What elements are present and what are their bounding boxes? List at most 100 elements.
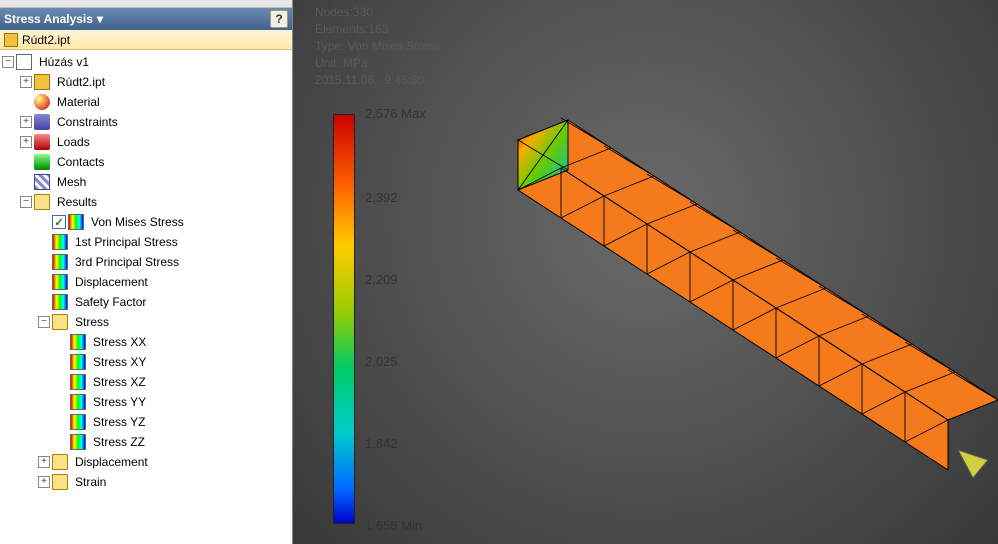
legend-min: 1,658 Min — [365, 518, 422, 533]
hud-timestamp: 2015.11.06., 9:45:30 — [315, 72, 440, 89]
result-icon — [70, 394, 86, 410]
hud-nodes-value: 330 — [353, 5, 373, 19]
material-icon — [34, 94, 50, 110]
tree-node-sxy[interactable]: Stress XY — [0, 352, 292, 372]
expander-icon[interactable]: − — [2, 56, 14, 68]
tree-label: Von Mises Stress — [88, 214, 187, 230]
tree-label: Húzás v1 — [36, 54, 92, 70]
viewport-hud: Nodes:330 Elements:163 Type: Von Mises S… — [315, 4, 440, 89]
tree-node-von-mises[interactable]: Von Mises Stress — [0, 212, 292, 232]
tree-node-simulation[interactable]: − Húzás v1 — [0, 52, 292, 72]
file-header-label: Rúdt2.ipt — [22, 33, 70, 47]
result-icon — [52, 274, 68, 290]
tree-label: Material — [54, 94, 103, 110]
tree-node-results[interactable]: − Results — [0, 192, 292, 212]
result-icon — [68, 214, 84, 230]
tree-node-p3[interactable]: 3rd Principal Stress — [0, 252, 292, 272]
tree-node-strain-group[interactable]: + Strain — [0, 472, 292, 492]
tree-label: Constraints — [54, 114, 121, 130]
tree-label: Contacts — [54, 154, 107, 170]
expander-icon[interactable]: + — [38, 476, 50, 488]
tree-node-szz[interactable]: Stress ZZ — [0, 432, 292, 452]
load-arrow-icon — [958, 450, 988, 478]
tree-node-syy[interactable]: Stress YY — [0, 392, 292, 412]
tree-node-loads[interactable]: + Loads — [0, 132, 292, 152]
expander-icon[interactable]: − — [20, 196, 32, 208]
chevron-down-icon: ▾ — [97, 12, 103, 26]
folder-icon — [52, 314, 68, 330]
viewport-3d[interactable]: Nodes:330 Elements:163 Type: Von Mises S… — [293, 0, 998, 544]
loads-icon — [34, 134, 50, 150]
tree-label: Rúdt2.ipt — [54, 74, 108, 90]
legend-tick: 1,842 — [365, 436, 398, 451]
checkbox-icon[interactable] — [52, 215, 66, 229]
hud-elements-value: 163 — [368, 22, 388, 36]
tree-label: Results — [54, 194, 100, 210]
part-icon — [4, 33, 18, 47]
folder-icon — [52, 474, 68, 490]
legend-tick: 2,025 — [365, 354, 398, 369]
expander-icon[interactable]: + — [20, 116, 32, 128]
legend-bar — [333, 114, 355, 524]
tree: − Húzás v1 + Rúdt2.ipt Material + Constr… — [0, 50, 292, 544]
result-icon — [70, 434, 86, 450]
tree-node-contacts[interactable]: Contacts — [0, 152, 292, 172]
expander-icon[interactable]: + — [20, 76, 32, 88]
result-icon — [70, 354, 86, 370]
tree-label: Stress YZ — [90, 414, 148, 430]
tree-node-part[interactable]: + Rúdt2.ipt — [0, 72, 292, 92]
hud-elements-label: Elements: — [315, 22, 368, 36]
result-icon — [52, 294, 68, 310]
tree-label: Stress XX — [90, 334, 149, 350]
part-icon — [34, 74, 50, 90]
folder-icon — [34, 194, 50, 210]
tree-node-syz[interactable]: Stress YZ — [0, 412, 292, 432]
tree-node-sxx[interactable]: Stress XX — [0, 332, 292, 352]
legend-tick: 2,209 — [365, 272, 398, 287]
panel-title: Stress Analysis — [4, 12, 93, 26]
hud-nodes-label: Nodes: — [315, 5, 353, 19]
folder-icon — [52, 454, 68, 470]
tree-label: Mesh — [54, 174, 89, 190]
constraints-icon — [34, 114, 50, 130]
result-icon — [52, 254, 68, 270]
hud-type-label: Type: — [315, 39, 344, 53]
tree-label: Displacement — [72, 454, 151, 470]
tree-label: 1st Principal Stress — [72, 234, 181, 250]
simulation-icon — [16, 54, 32, 70]
tree-node-sxz[interactable]: Stress XZ — [0, 372, 292, 392]
hud-unit-value: MPa — [343, 56, 368, 70]
tree-node-constraints[interactable]: + Constraints — [0, 112, 292, 132]
tree-node-material[interactable]: Material — [0, 92, 292, 112]
tree-node-stress-group[interactable]: − Stress — [0, 312, 292, 332]
tree-node-displacement[interactable]: Displacement — [0, 272, 292, 292]
tree-label: Stress ZZ — [90, 434, 148, 450]
tree-node-p1[interactable]: 1st Principal Stress — [0, 232, 292, 252]
panel-grip[interactable] — [0, 0, 292, 8]
tree-label: Loads — [54, 134, 93, 150]
result-icon — [70, 414, 86, 430]
sidebar: Stress Analysis ▾ ? Rúdt2.ipt − Húzás v1… — [0, 0, 293, 544]
tree-node-mesh[interactable]: Mesh — [0, 172, 292, 192]
legend-tick: 2,392 — [365, 190, 398, 205]
tree-label: Strain — [72, 474, 109, 490]
result-icon — [70, 374, 86, 390]
tree-label: 3rd Principal Stress — [72, 254, 182, 270]
help-button[interactable]: ? — [270, 10, 288, 28]
expander-icon[interactable]: − — [38, 316, 50, 328]
result-icon — [52, 234, 68, 250]
tree-label: Safety Factor — [72, 294, 149, 310]
expander-icon[interactable]: + — [20, 136, 32, 148]
contacts-icon — [34, 154, 50, 170]
file-header[interactable]: Rúdt2.ipt — [0, 30, 292, 50]
hud-type-value: Von Mises Stress — [348, 39, 441, 53]
panel-titlebar[interactable]: Stress Analysis ▾ ? — [0, 8, 292, 30]
tree-label: Stress XZ — [90, 374, 149, 390]
mesh-icon — [34, 174, 50, 190]
tree-node-disp-group[interactable]: + Displacement — [0, 452, 292, 472]
tree-node-safety[interactable]: Safety Factor — [0, 292, 292, 312]
expander-icon[interactable]: + — [38, 456, 50, 468]
tree-label: Stress — [72, 314, 112, 330]
fea-beam-render — [398, 90, 998, 510]
tree-label: Displacement — [72, 274, 151, 290]
